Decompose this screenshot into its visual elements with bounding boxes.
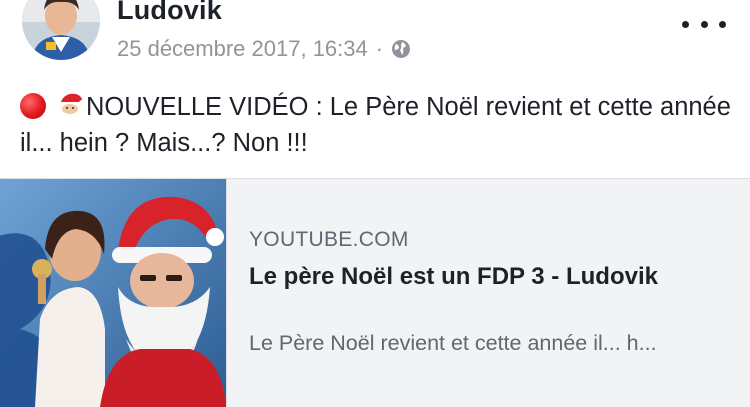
video-thumbnail[interactable] <box>0 179 227 407</box>
meta-separator: · <box>375 36 384 61</box>
more-dot <box>700 20 708 28</box>
avatar[interactable] <box>22 0 100 60</box>
globe-icon[interactable] <box>391 39 411 59</box>
link-preview-card[interactable]: YOUTUBE.COM Le père Noël est un FDP 3 - … <box>0 178 750 407</box>
author-name[interactable]: Ludovik <box>117 0 222 26</box>
more-dot <box>719 20 726 28</box>
post-meta: 25 décembre 2017, 16:34 · <box>117 36 411 62</box>
post-timestamp[interactable]: 25 décembre 2017, 16:34 <box>117 36 368 62</box>
link-domain: YOUTUBE.COM <box>249 228 409 251</box>
santa-emoji-icon <box>59 93 85 120</box>
red-circle-icon <box>20 93 46 119</box>
more-dot <box>682 20 689 28</box>
post-message: NOUVELLE VIDÉO : Le Père Noël revient et… <box>20 89 735 161</box>
thumbnail-image <box>0 179 226 407</box>
link-title[interactable]: Le père Noël est un FDP 3 - Ludovik <box>249 261 719 293</box>
more-options-icon[interactable] <box>682 14 726 34</box>
avatar-photo <box>22 0 100 60</box>
post-text: NOUVELLE VIDÉO : Le Père Noël revient et… <box>20 93 731 157</box>
link-description: Le Père Noël revient et cette année il..… <box>249 331 657 355</box>
